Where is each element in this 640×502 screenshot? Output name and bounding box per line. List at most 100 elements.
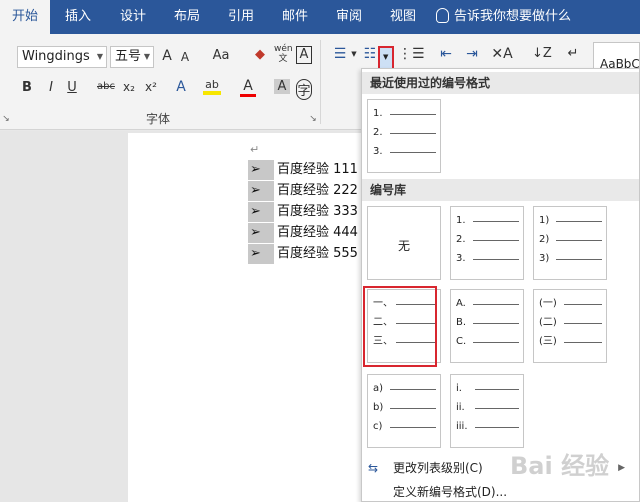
list-level-icon: ⇆ [368,461,379,475]
italic-icon[interactable]: I [45,80,57,95]
numbering-icon[interactable]: ☷ [362,46,378,62]
tab-home[interactable]: 开始 [0,0,50,34]
watermark-logo: Bai 经验 [510,452,610,480]
numbering-tile-paren[interactable]: 1) 2) 3) [533,206,607,280]
tile-number: 1) [539,215,550,226]
tile-number: b) [373,402,384,413]
numbering-dropdown-button[interactable]: ▼ [378,46,394,70]
list-item[interactable]: ➢ 百度经验 444 [248,223,358,243]
tile-number: (三) [539,336,557,347]
chevron-down-icon: ▼ [383,53,389,61]
enclose-chars-icon[interactable]: 字 [296,79,312,100]
tile-line [564,304,602,305]
tile-number: (二) [539,317,557,328]
tab-review[interactable]: 审阅 [326,0,372,34]
tile-number: (一) [539,298,557,309]
underline-icon[interactable]: U [66,80,78,95]
chinese-layout-icon[interactable]: ✕A [490,46,514,62]
font-color-icon[interactable]: A [240,78,256,97]
tile-number: 1. [373,108,383,119]
selection-highlight-box [363,286,437,367]
increase-indent-icon[interactable]: ⇥ [462,46,482,62]
tile-line [473,240,519,241]
font-size-combo[interactable]: 五号 ▼ [110,46,154,68]
numbering-tile-chinese-paren[interactable]: (一) (二) (三) [533,289,607,363]
tab-references[interactable]: 引用 [218,0,264,34]
subscript-icon[interactable]: x₂ [121,80,137,94]
list-item[interactable]: ➢ 百度经验 111 [248,160,358,180]
recent-numbering-tile[interactable]: 1. 2. 3. [367,99,441,173]
strikethrough-icon[interactable]: abc [96,81,116,92]
dialog-launcher-icon[interactable]: ↘ [1,114,11,124]
shrink-font-icon[interactable]: A [178,50,192,64]
tile-line [473,304,519,305]
multilevel-list-icon[interactable]: ⋮☰ [398,46,425,62]
tile-line [556,259,602,260]
tile-number: 1. [456,215,466,226]
list-item[interactable]: ➢ 百度经验 222 [248,181,358,201]
arrow-bullet-icon: ➢ [248,202,274,222]
bullets-icon[interactable]: ☰ [330,46,350,62]
tile-number: 3) [539,253,550,264]
font-size-value: 五号 [115,49,142,64]
sort-icon[interactable]: ↓Z [532,46,552,61]
arrow-bullet-icon: ➢ [248,181,274,201]
define-new-format-item[interactable]: 定义新编号格式(D)... [362,481,639,502]
tile-line [390,152,436,153]
numbering-tile-lower-roman[interactable]: i. ii. iii. [450,374,524,448]
tab-view[interactable]: 视图 [380,0,426,34]
change-list-level-label: 更改列表级别(C) [393,461,483,475]
change-case-icon[interactable]: Aa [209,48,233,63]
lightbulb-icon [436,8,449,23]
list-item-text: 百度经验 333 [277,204,358,219]
dialog-launcher-icon[interactable]: ↘ [308,114,318,124]
chevron-down-icon[interactable]: ▼ [350,50,358,58]
decrease-indent-icon[interactable]: ⇤ [436,46,456,62]
numbering-library-header: 编号库 [362,179,639,201]
paragraph-mark-icon: ↵ [250,143,260,156]
tile-line [390,133,436,134]
clear-format-icon[interactable]: ◆ [252,47,268,62]
tile-line [556,221,602,222]
font-name-value: Wingdings [22,49,90,64]
none-label: 无 [397,239,410,253]
tile-line [473,323,519,324]
grow-font-icon[interactable]: A [160,48,174,64]
tile-number: 3. [373,146,383,157]
tile-line [473,221,519,222]
list-item[interactable]: ➢ 百度经验 333 [248,202,358,222]
list-item-text: 百度经验 222 [277,183,358,198]
font-group-label: 字体 [146,112,171,126]
numbering-tile-lower-alpha[interactable]: a) b) c) [367,374,441,448]
show-marks-icon[interactable]: ↵ [565,46,581,61]
tab-design[interactable]: 设计 [110,0,156,34]
tab-layout[interactable]: 布局 [164,0,210,34]
highlight-color-icon[interactable]: ab [203,78,221,95]
tab-insert[interactable]: 插入 [55,0,101,34]
bold-icon[interactable]: B [21,80,33,95]
font-name-combo[interactable]: Wingdings ▼ [17,46,107,68]
list-item[interactable]: ➢ 百度经验 555 [248,244,358,264]
text-effects-icon[interactable]: A [173,79,189,95]
numbering-tile-upper-alpha[interactable]: A. B. C. [450,289,524,363]
char-border-icon[interactable]: A [296,46,312,64]
list-item-text: 百度经验 111 [277,162,358,177]
tile-number: iii. [456,421,468,432]
tile-number: 2) [539,234,550,245]
char-shading-icon[interactable]: A [274,79,290,94]
tile-number: i. [456,383,462,394]
superscript-icon[interactable]: x² [143,80,159,94]
tile-line [475,408,519,409]
tile-line [564,323,602,324]
tile-number: ii. [456,402,465,413]
numbering-none-tile[interactable]: 无 [367,206,441,280]
tile-number: C. [456,336,467,347]
tell-me-box[interactable]: 告诉我你想要做什么 [436,0,571,34]
tile-line [475,427,519,428]
tab-mailings[interactable]: 邮件 [272,0,318,34]
tile-number: 2. [456,234,466,245]
numbering-tile-decimal[interactable]: 1. 2. 3. [450,206,524,280]
ribbon-tab-bar: 开始 插入 设计 布局 引用 邮件 审阅 视图 告诉我你想要做什么 [0,0,640,34]
phonetic-guide-icon[interactable]: wén 文 [274,44,293,64]
list-item-text: 百度经验 555 [277,246,358,261]
